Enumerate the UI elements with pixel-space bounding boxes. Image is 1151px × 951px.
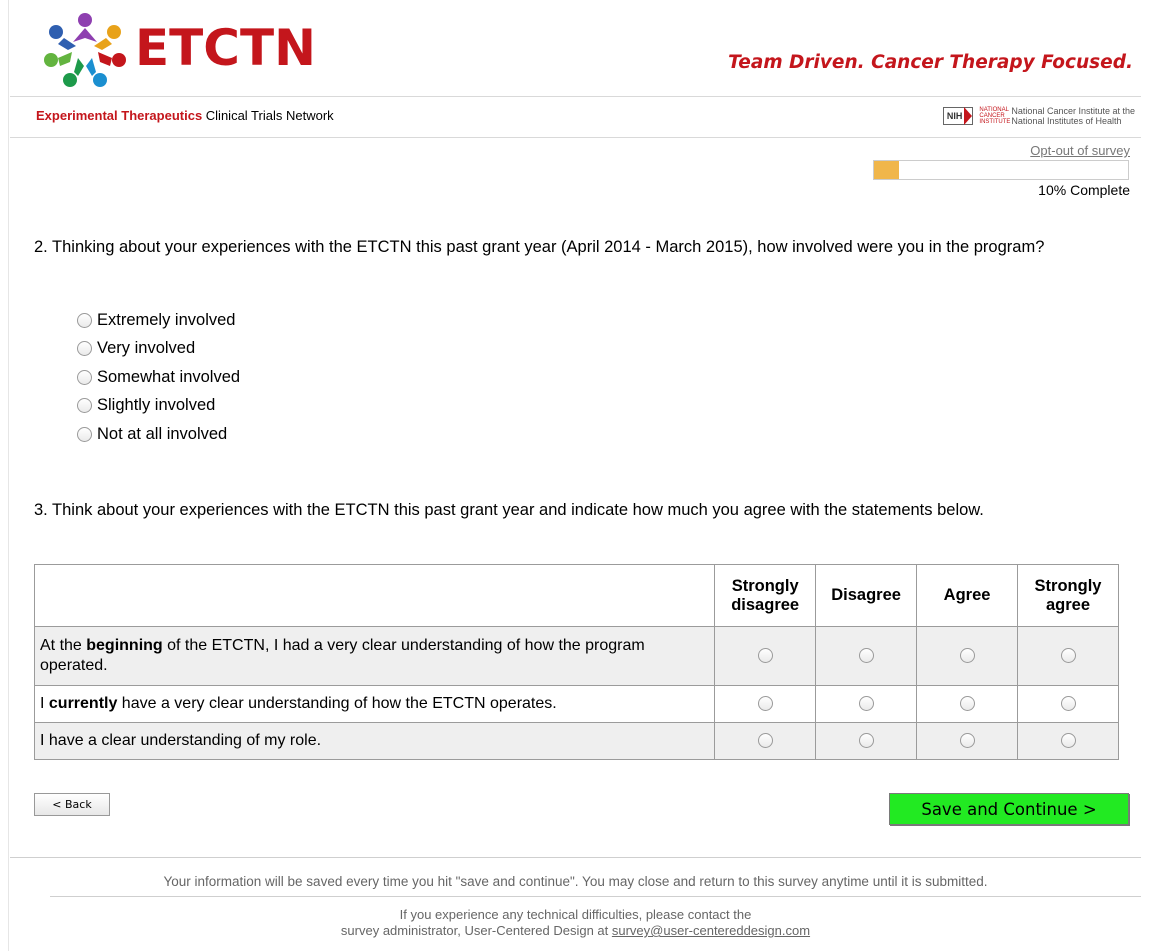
nci-caption-line2: National Institutes of Health: [1011, 116, 1122, 126]
network-subtitle: Experimental Therapeutics Clinical Trial…: [36, 108, 334, 123]
footer-divider-2: [50, 896, 1141, 897]
header-divider: [10, 96, 1141, 97]
progress-bar-fill: [874, 161, 900, 179]
matrix-cell[interactable]: [1017, 685, 1119, 723]
nci-caption-line1: National Cancer Institute at the: [1011, 106, 1135, 116]
matrix-cell[interactable]: [714, 626, 817, 686]
option-somewhat-involved[interactable]: Somewhat involved: [77, 363, 240, 392]
option-slightly-involved[interactable]: Slightly involved: [77, 392, 240, 421]
matrix-cell[interactable]: [916, 722, 1019, 760]
statement-text: At the beginning of the ETCTN, I had a v…: [33, 626, 716, 686]
nci-caption: National Cancer Institute at the National…: [1011, 106, 1135, 126]
radio-button[interactable]: [1060, 696, 1076, 712]
matrix-header-row: Strongly disagree Disagree Agree Strongl…: [33, 564, 1119, 627]
subtitle-text: Clinical Trials Network: [202, 108, 334, 123]
footer-divider: [10, 857, 1141, 858]
question-2-text: 2. Thinking about your experiences with …: [34, 238, 1045, 256]
back-button[interactable]: < Back: [34, 793, 110, 816]
radio-button[interactable]: [858, 648, 874, 664]
progress-bar: [873, 160, 1129, 180]
matrix-row-role: I have a clear understanding of my role.: [33, 722, 1119, 760]
matrix-cell[interactable]: [714, 685, 817, 723]
matrix-row-beginning: At the beginning of the ETCTN, I had a v…: [33, 626, 1119, 686]
radio-button[interactable]: [1060, 648, 1076, 664]
matrix-cell[interactable]: [916, 685, 1019, 723]
statement-text: I currently have a very clear understand…: [33, 685, 716, 723]
contact-email-link[interactable]: survey@user-centereddesign.com: [612, 923, 810, 938]
radio-button[interactable]: [77, 341, 92, 357]
radio-button[interactable]: [77, 312, 92, 328]
statement-pre: I: [40, 694, 49, 712]
option-label: Not at all involved: [97, 424, 228, 443]
matrix-cell[interactable]: [714, 722, 817, 760]
radio-button[interactable]: [858, 696, 874, 712]
page-left-border: [8, 0, 9, 951]
radio-button[interactable]: [77, 369, 92, 385]
radio-button[interactable]: [858, 733, 874, 749]
radio-button[interactable]: [77, 426, 92, 442]
radio-button[interactable]: [1060, 733, 1076, 749]
tagline: Team Driven. Cancer Therapy Focused.: [728, 52, 1133, 73]
matrix-cell[interactable]: [815, 626, 918, 686]
matrix-cell[interactable]: [1017, 626, 1119, 686]
radio-button[interactable]: [959, 733, 975, 749]
column-header-strongly-disagree: Strongly disagree: [714, 564, 817, 627]
radio-button[interactable]: [959, 696, 975, 712]
save-and-continue-button[interactable]: Save and Continue >: [889, 793, 1129, 825]
footer-save-note: Your information will be saved every tim…: [163, 874, 988, 889]
statement-emphasis: beginning: [86, 636, 163, 654]
question-2-options: Extremely involved Very involved Somewha…: [77, 306, 240, 449]
footer-contact-line2: survey administrator, User-Centered Desi…: [340, 923, 612, 938]
progress-label: 10% Complete: [1038, 182, 1130, 198]
opt-out-link[interactable]: Opt-out of survey: [1030, 143, 1130, 158]
matrix-cell[interactable]: [815, 685, 918, 723]
nih-arrow-icon: [964, 107, 973, 125]
option-not-at-all-involved[interactable]: Not at all involved: [77, 420, 240, 449]
footer-contact: If you experience any technical difficul…: [10, 907, 1141, 939]
option-extremely-involved[interactable]: Extremely involved: [77, 306, 240, 335]
matrix-cell[interactable]: [815, 722, 918, 760]
option-label: Very involved: [97, 339, 196, 358]
nih-badge-text: NIH: [946, 111, 963, 121]
option-label: Slightly involved: [97, 396, 216, 415]
statement-post: have a very clear understanding of how t…: [117, 694, 557, 712]
logo-wordmark: ETCTN: [135, 19, 316, 77]
option-label: Somewhat involved: [97, 367, 241, 386]
matrix-row-currently: I currently have a very clear understand…: [33, 685, 1119, 723]
statement-emphasis: currently: [48, 694, 118, 712]
matrix-cell[interactable]: [916, 626, 1019, 686]
column-header-strongly-agree: Strongly agree: [1017, 564, 1119, 627]
site-header: ETCTN Team Driven. Cancer Therapy Focuse…: [0, 0, 1151, 140]
radio-button[interactable]: [959, 648, 975, 664]
statement-pre: At the: [40, 636, 87, 654]
statement-pre: I have a clear understanding of my role.: [40, 731, 322, 749]
radio-button[interactable]: [757, 696, 773, 712]
footer-contact-line1: If you experience any technical difficul…: [399, 907, 752, 922]
question-3-text: 3. Think about your experiences with the…: [34, 501, 984, 519]
nih-nci-logo: NIH NATIONAL CANCER INSTITUTE National C…: [942, 104, 1135, 128]
matrix-corner-cell: [33, 564, 716, 627]
option-label: Extremely involved: [97, 310, 236, 329]
radio-button[interactable]: [77, 398, 92, 414]
header-bottom-divider: [10, 137, 1141, 138]
column-header-agree: Agree: [916, 564, 1019, 627]
option-very-involved[interactable]: Very involved: [77, 335, 240, 364]
nih-badge: NIH: [942, 107, 974, 125]
matrix-cell[interactable]: [1017, 722, 1119, 760]
agreement-matrix: Strongly disagree Disagree Agree Strongl…: [33, 564, 1119, 760]
etctn-people-logo-icon: [44, 13, 126, 87]
subtitle-highlight: Experimental Therapeutics: [36, 108, 203, 123]
radio-button[interactable]: [757, 648, 773, 664]
radio-button[interactable]: [757, 733, 773, 749]
statement-text: I have a clear understanding of my role.: [33, 722, 716, 760]
nci-small-logo: NATIONAL CANCER INSTITUTE: [979, 107, 1011, 125]
column-header-disagree: Disagree: [815, 564, 918, 627]
